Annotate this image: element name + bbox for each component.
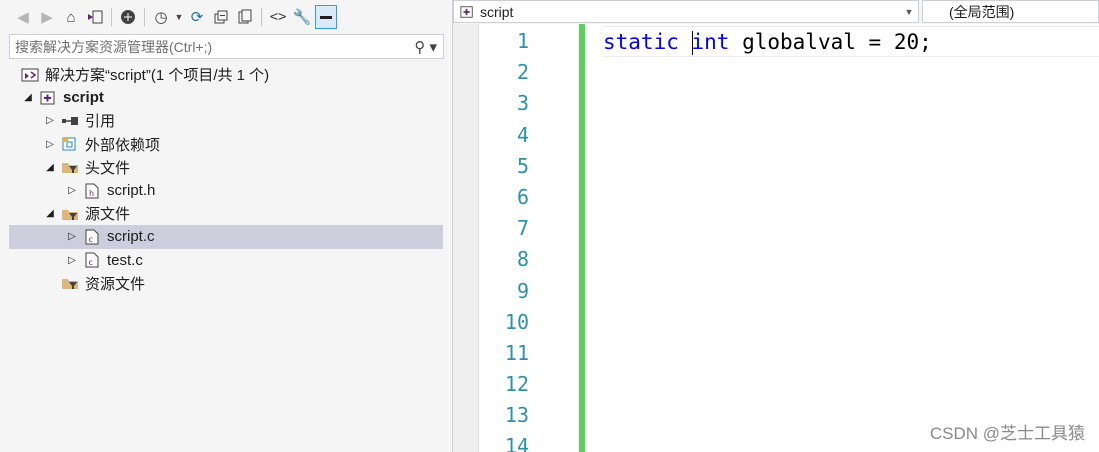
line-number: 1 [516, 29, 529, 53]
properties-wrench-icon[interactable]: 🔧 [291, 5, 313, 29]
tree-item-script-c[interactable]: ▷ c script.c [9, 225, 443, 249]
history-icon[interactable]: ◷ [150, 5, 172, 29]
project-navigation-dropdown[interactable]: script ▼ [453, 0, 919, 23]
line-number: 7 [516, 216, 529, 241]
folder-filter-icon [61, 206, 79, 222]
collapse-arrow-icon[interactable]: ◢ [43, 162, 57, 173]
code-line[interactable]: static int globalval = 20; [603, 26, 1099, 58]
c-file-icon: c [83, 252, 101, 268]
external-deps-icon [61, 136, 79, 152]
line-number: 3 [516, 91, 529, 116]
tree-item-label: script.h [107, 182, 156, 200]
indicator-margin [453, 24, 479, 452]
nav-scope-label: (全局范围) [949, 3, 1015, 20]
watermark: CSDN @芝士工具猿 [929, 424, 1085, 443]
project-icon [458, 4, 476, 20]
keyword-static: static [603, 30, 679, 54]
view-code-icon[interactable]: <> [267, 5, 289, 29]
tree-item-label: 引用 [85, 113, 116, 131]
dropdown-arrow-icon[interactable]: ▼ [174, 5, 184, 29]
references-icon [61, 113, 79, 129]
solution-explorer: ◀ ▶ ⌂ ◷ ▼ ⟳ <> 🔧 搜索解决方案资源管理器(Ctrl+;) ⚲ ▾ [0, 0, 453, 452]
line-number: 8 [516, 247, 529, 272]
project-icon [39, 90, 57, 106]
tree-item-label: 外部依赖项 [85, 136, 161, 154]
tree-item-source-files[interactable]: ◢ 源文件 [9, 202, 443, 225]
tree-item-solution[interactable]: 解决方案“script”(1 个项目/共 1 个) [9, 63, 443, 86]
line-number: 9 [516, 278, 529, 303]
pending-changes-filter-icon[interactable] [117, 5, 139, 29]
tree-item-script-h[interactable]: ▷ h script.h [9, 179, 443, 202]
tree-item-project[interactable]: ◢ script [9, 86, 443, 109]
tree-item-resource-files[interactable]: 资源文件 [9, 272, 443, 295]
tree-item-label: script.c [107, 228, 155, 246]
line-number: 6 [516, 184, 529, 209]
line-number: 10 [504, 309, 529, 334]
code-editor[interactable]: 1 2 3 4 5 6 7 8 9 10 11 12 13 14 static int globalval… [453, 24, 1099, 452]
svg-text:h: h [89, 189, 94, 198]
change-tracking-bar [579, 24, 585, 452]
tree-item-external-deps[interactable]: ▷ 外部依赖项 [9, 133, 443, 156]
line-numbers: 1 2 3 4 5 6 7 8 9 10 11 12 13 14 [479, 26, 555, 452]
collapse-arrow-icon[interactable]: ◢ [21, 92, 35, 103]
solution-tree: 解决方案“script”(1 个项目/共 1 个) ◢ script ▷ 引用 … [9, 63, 443, 295]
show-all-files-icon[interactable] [234, 5, 256, 29]
expand-arrow-icon[interactable]: ▷ [65, 255, 79, 266]
explorer-toolbar: ◀ ▶ ⌂ ◷ ▼ ⟳ <> 🔧 [12, 2, 337, 32]
folder-filter-icon [61, 275, 79, 291]
nav-project-label: script [480, 3, 514, 20]
back-icon[interactable]: ◀ [12, 5, 34, 29]
tree-item-label: 头文件 [85, 159, 131, 177]
vs-switch-views-icon[interactable] [84, 5, 106, 29]
dropdown-arrow-icon[interactable]: ▼ [900, 1, 918, 22]
line-number: 4 [516, 122, 529, 147]
keyword-int: int [691, 30, 730, 54]
solution-icon [21, 67, 39, 83]
tree-item-test-c[interactable]: ▷ c test.c [9, 249, 443, 272]
c-file-icon: c [83, 229, 101, 245]
scope-navigation-dropdown[interactable]: (全局范围) [922, 0, 1099, 23]
line-number: 14 [504, 434, 529, 452]
line-number: 13 [504, 403, 529, 428]
search-placeholder: 搜索解决方案资源管理器(Ctrl+;) [15, 38, 213, 55]
home-icon[interactable]: ⌂ [60, 5, 82, 29]
code-area[interactable]: static int globalval = 20; [603, 26, 1099, 58]
tree-item-label: test.c [107, 251, 143, 269]
collapse-all-icon[interactable] [210, 5, 232, 29]
svg-text:c: c [89, 258, 93, 267]
tree-item-header-files[interactable]: ◢ 头文件 [9, 156, 443, 179]
preview-selected-items-icon[interactable] [315, 5, 337, 29]
tree-item-references[interactable]: ▷ 引用 [9, 109, 443, 132]
line-number: 11 [504, 340, 529, 365]
line-number: 5 [516, 153, 529, 178]
search-icon[interactable]: ⚲ ▾ [414, 38, 437, 56]
tree-item-label: 资源文件 [85, 275, 146, 293]
folder-filter-icon [61, 159, 79, 175]
line-number: 12 [504, 372, 529, 397]
refresh-icon[interactable]: ⟳ [186, 5, 208, 29]
search-input[interactable]: 搜索解决方案资源管理器(Ctrl+;) ⚲ ▾ [9, 34, 444, 59]
collapse-arrow-icon[interactable]: ◢ [43, 208, 57, 219]
forward-icon[interactable]: ▶ [36, 5, 58, 29]
line-number: 2 [516, 60, 529, 85]
expand-arrow-icon[interactable]: ▷ [65, 231, 79, 242]
svg-text:c: c [89, 235, 93, 244]
expand-arrow-icon[interactable]: ▷ [43, 139, 57, 150]
tree-item-label: 解决方案“script”(1 个项目/共 1 个) [45, 67, 270, 85]
tree-item-label: script [63, 89, 104, 107]
expand-arrow-icon[interactable]: ▷ [65, 185, 79, 196]
code-text: globalval = 20; [729, 30, 932, 54]
tree-item-label: 源文件 [85, 206, 131, 224]
header-file-icon: h [83, 183, 101, 199]
expand-arrow-icon[interactable]: ▷ [43, 115, 57, 126]
